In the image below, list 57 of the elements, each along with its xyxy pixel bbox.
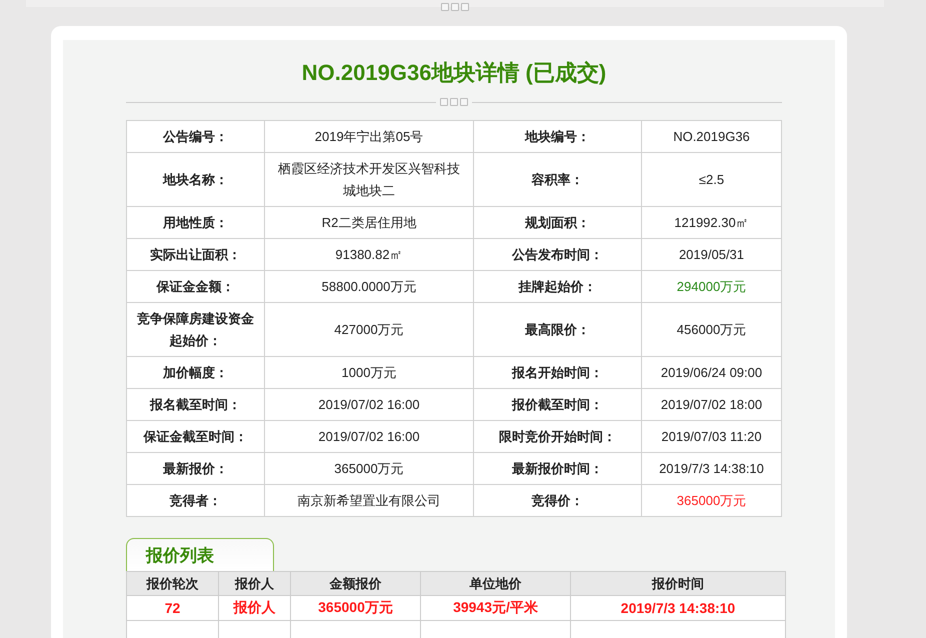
field-label: 公告发布时间：: [474, 238, 642, 270]
field-value: 456000万元: [642, 302, 782, 356]
field-label: 最高限价：: [474, 302, 642, 356]
field-label: 公告编号：: [126, 120, 264, 152]
field-label: 最新报价：: [126, 452, 264, 484]
divider-ornament-icon: [440, 98, 468, 106]
field-label: 实际出让面积：: [126, 238, 264, 270]
field-value: 365000万元: [264, 452, 474, 484]
field-label: 报价截至时间：: [474, 388, 642, 420]
field-label: 竞争保障房建设资金起始价：: [126, 302, 264, 356]
field-label: 最新报价时间：: [474, 452, 642, 484]
field-value: 294000万元: [642, 270, 782, 302]
field-label: 报名截至时间：: [126, 388, 264, 420]
column-header: 报价人: [218, 572, 290, 596]
field-label: 地块名称：: [126, 152, 264, 206]
table-cell: 365000万元: [290, 596, 420, 620]
field-label: 竞得者：: [126, 484, 264, 516]
field-value: 栖霞区经济技术开发区兴智科技城地块二: [264, 152, 474, 206]
table-cell: 报价人: [218, 596, 290, 620]
field-label: 用地性质：: [126, 206, 264, 238]
field-value: 2019/07/03 11:20: [642, 420, 782, 452]
field-value: 365000万元: [642, 484, 782, 516]
field-value: 121992.30㎡: [642, 206, 782, 238]
field-value: R2二类居住用地: [264, 206, 474, 238]
page-title: NO.2019G36地块详情 (已成交): [300, 59, 608, 86]
field-label: 保证金金额：: [126, 270, 264, 302]
field-label: 容积率：: [474, 152, 642, 206]
table-cell: 2019/7/3 14:38:10: [570, 596, 786, 620]
column-header: 报价时间: [570, 572, 786, 596]
field-label: 保证金截至时间：: [126, 420, 264, 452]
field-value: 2019/07/02 18:00: [642, 388, 782, 420]
field-value: ≤2.5: [642, 152, 782, 206]
field-value: 2019/7/3 14:38:10: [642, 452, 782, 484]
column-header: 金额报价: [290, 572, 420, 596]
field-label: 限时竞价开始时间：: [474, 420, 642, 452]
field-label: 挂牌起始价：: [474, 270, 642, 302]
field-value: 2019/06/24 09:00: [642, 356, 782, 388]
field-value: 2019/07/02 16:00: [264, 420, 474, 452]
column-header: 报价轮次: [126, 572, 218, 596]
column-header: 单位地价: [420, 572, 570, 596]
field-value: 2019年宁出第05号: [264, 120, 474, 152]
field-value: NO.2019G36: [642, 120, 782, 152]
section-tab[interactable]: 报价列表: [126, 538, 274, 571]
field-value: 2019/05/31: [642, 238, 782, 270]
field-value: 427000万元: [264, 302, 474, 356]
field-value: 91380.82㎡: [264, 238, 474, 270]
field-label: 报名开始时间：: [474, 356, 642, 388]
field-value: 1000万元: [264, 356, 474, 388]
field-label: 竞得价：: [474, 484, 642, 516]
field-value: 2019/07/02 16:00: [264, 388, 474, 420]
field-value: 南京新希望置业有限公司: [264, 484, 474, 516]
field-label: 地块编号：: [474, 120, 642, 152]
table-cell: 72: [126, 596, 218, 620]
field-label: 加价幅度：: [126, 356, 264, 388]
table-cell: 39943元/平米: [420, 596, 570, 620]
field-label: 规划面积：: [474, 206, 642, 238]
field-value: 58800.0000万元: [264, 270, 474, 302]
